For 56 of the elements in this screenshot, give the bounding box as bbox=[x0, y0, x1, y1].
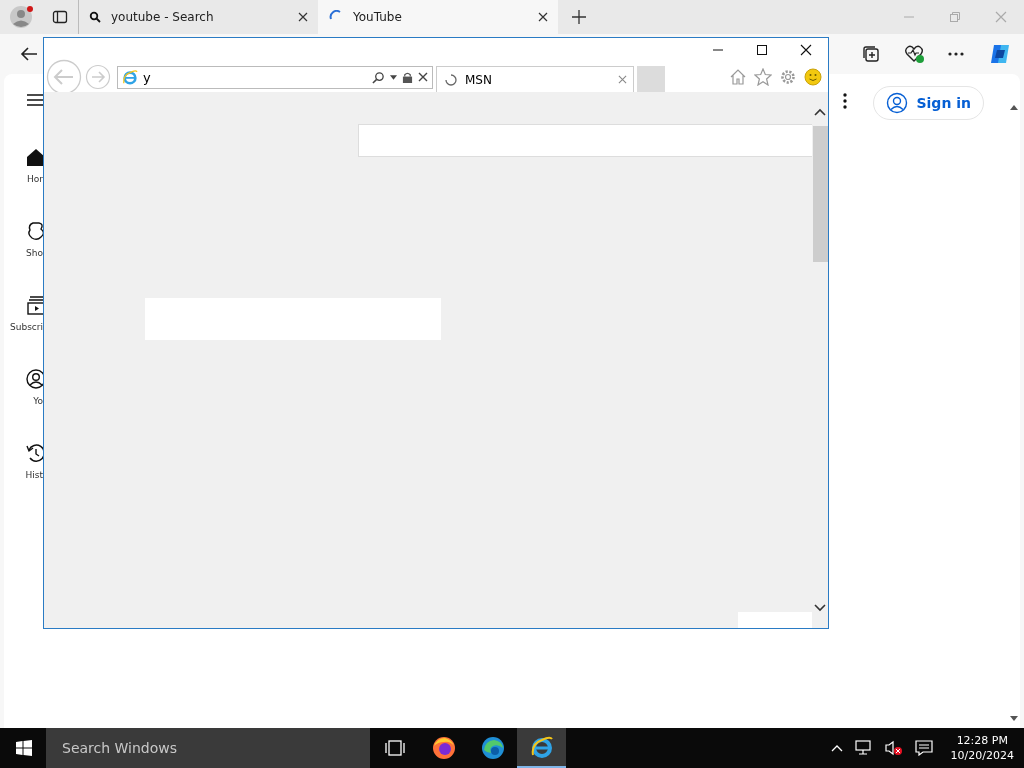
browser-tab[interactable]: MSN bbox=[436, 66, 634, 92]
address-bar[interactable]: y bbox=[117, 65, 433, 89]
scroll-up-icon[interactable] bbox=[814, 108, 826, 116]
user-icon bbox=[886, 92, 909, 114]
tab-title: youtube - Search bbox=[111, 10, 215, 24]
e-logo-icon bbox=[122, 69, 138, 85]
taskbar-search-field[interactable]: Search Windows bbox=[46, 728, 370, 768]
notification-icon[interactable] bbox=[914, 740, 933, 756]
back-arrow-icon[interactable] bbox=[20, 46, 38, 62]
task-view-icon bbox=[384, 740, 405, 756]
sidebar-label[interactable]: Yo bbox=[33, 396, 43, 406]
copilot-icon[interactable] bbox=[988, 42, 1012, 66]
volume-muted-icon[interactable] bbox=[884, 740, 903, 756]
wave-logo-icon bbox=[480, 736, 505, 760]
search-icon[interactable] bbox=[372, 70, 385, 84]
scroll-down-icon[interactable] bbox=[1010, 716, 1018, 722]
tab-title: YouTube bbox=[353, 10, 403, 24]
star-icon[interactable] bbox=[754, 68, 772, 86]
sign-in-button[interactable]: Sign in bbox=[873, 86, 984, 120]
loading-spinner-icon bbox=[445, 73, 457, 86]
heart-pulse-icon[interactable] bbox=[904, 45, 924, 63]
menu-icon[interactable] bbox=[27, 94, 43, 106]
close-icon[interactable] bbox=[800, 44, 812, 56]
more-icon[interactable] bbox=[948, 52, 964, 56]
network-icon[interactable] bbox=[854, 740, 873, 756]
tab-title: MSN bbox=[465, 72, 493, 87]
tab-actions-icon[interactable] bbox=[52, 9, 68, 25]
profile-icon[interactable] bbox=[10, 5, 34, 29]
search-icon bbox=[89, 11, 101, 23]
scrollbar-thumb[interactable] bbox=[812, 126, 828, 262]
browser-tab[interactable]: YouTube bbox=[318, 0, 558, 34]
scroll-up-icon[interactable] bbox=[1010, 104, 1018, 110]
windows-start-icon[interactable] bbox=[16, 740, 32, 756]
smiley-icon[interactable] bbox=[804, 68, 822, 86]
clock-time: 12:28 PM bbox=[956, 733, 1008, 748]
chevron-up-icon[interactable] bbox=[830, 744, 843, 752]
collections-icon[interactable] bbox=[862, 45, 880, 63]
sidebar-label[interactable]: Sho bbox=[26, 248, 43, 258]
clock-date: 10/20/2024 bbox=[950, 748, 1014, 763]
caret-icon[interactable] bbox=[390, 74, 397, 80]
taskbar-app-button[interactable] bbox=[517, 728, 566, 768]
close-icon[interactable] bbox=[298, 12, 308, 22]
lock-icon bbox=[402, 71, 413, 83]
close-icon[interactable] bbox=[418, 72, 428, 82]
more-vertical-icon[interactable] bbox=[843, 93, 848, 109]
clock[interactable]: 12:28 PM 10/20/2024 bbox=[950, 733, 1014, 763]
scroll-down-icon[interactable] bbox=[814, 604, 826, 612]
e-logo-icon bbox=[529, 735, 554, 759]
sidebar-label[interactable]: Hist bbox=[25, 470, 43, 480]
new-tab-icon[interactable] bbox=[572, 10, 586, 24]
sidebar-label[interactable]: Hor bbox=[27, 174, 43, 184]
settings-icon[interactable] bbox=[779, 68, 797, 86]
close-icon[interactable] bbox=[538, 12, 548, 22]
fox-globe-icon bbox=[431, 736, 456, 760]
sidebar-label[interactable]: Subscri bbox=[10, 322, 43, 332]
maximize-icon[interactable] bbox=[756, 44, 768, 56]
